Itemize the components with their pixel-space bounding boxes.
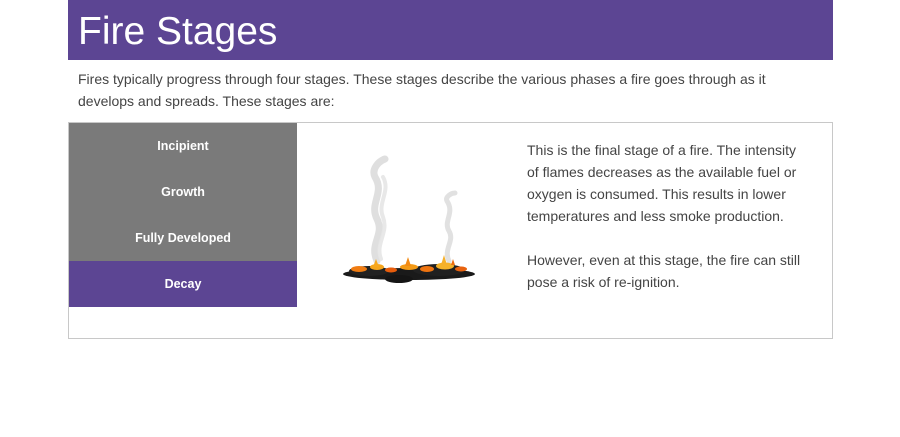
description-paragraph: This is the final stage of a fire. The i… xyxy=(527,142,797,224)
smoldering-embers-icon xyxy=(329,143,489,293)
description-paragraph: However, even at this stage, the fire ca… xyxy=(527,252,801,290)
stages-panel: Incipient Growth Fully Developed Decay T… xyxy=(68,122,833,339)
page: Fire Stages Fires typically progress thr… xyxy=(0,0,900,437)
stage-description: This is the final stage of a fire. The i… xyxy=(527,139,807,315)
stage-tabs: Incipient Growth Fully Developed Decay xyxy=(69,123,297,307)
intro-text: Fires typically progress through four st… xyxy=(78,71,766,109)
tab-growth[interactable]: Growth xyxy=(69,169,297,215)
tab-incipient[interactable]: Incipient xyxy=(69,123,297,169)
tab-decay[interactable]: Decay xyxy=(69,261,297,307)
page-title: Fire Stages xyxy=(78,10,278,53)
title-bar: Fire Stages xyxy=(68,0,833,60)
tab-fully-developed[interactable]: Fully Developed xyxy=(69,215,297,261)
